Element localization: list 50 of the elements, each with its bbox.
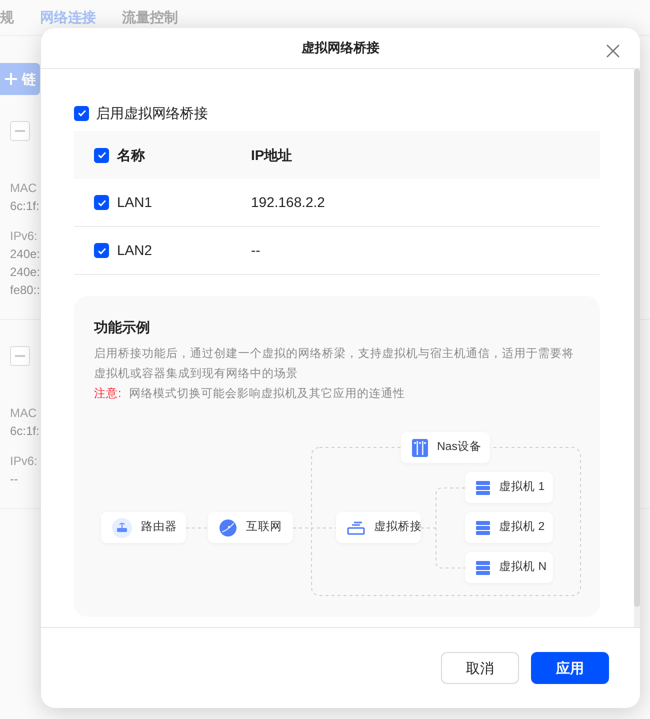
node-label: 互联网 [246,520,282,535]
dialog-title: 虚拟网络桥接 [302,39,380,58]
bridge-icon [347,520,365,534]
scrollbar[interactable] [634,69,640,627]
node-label: Nas设备 [437,440,482,455]
router-icon [112,518,132,538]
node-label: 虚拟机 N [499,560,546,575]
server-rack-icon [412,438,428,456]
node-label: 虚拟桥接 [374,520,422,535]
checkbox[interactable] [74,106,89,120]
minus-icon [15,355,25,357]
field-label: MAC [10,405,37,422]
field-value: -- [10,471,18,488]
warning-label: 注意: [94,386,122,402]
description-text: 启用桥接功能后，通过创建一个虚拟的网络桥梁，支持虚拟机与宿主机通信，适用于需要将虚拟机或容器集成到现有网络中的场景 [94,346,575,382]
field-value: 240e: [10,264,40,281]
column-header: 名称 [117,146,145,164]
tab[interactable]: 流量控制 [122,7,178,28]
section-title: 功能示例 [94,318,151,337]
node-label: 路由器 [141,520,177,535]
field-value: 6c:1f: [10,423,40,440]
column-header: IP地址 [251,146,292,164]
cancel-button[interactable]: 取消 [441,652,519,684]
select-all-checkbox[interactable] [94,148,109,162]
field-value: fe80:: [10,282,40,299]
tab[interactable]: 规 [0,7,14,28]
checkbox-label: 启用虚拟网络桥接 [96,104,208,122]
field-label: IPv6: [10,453,38,470]
table-cell-text: 192.168.2.2 [251,193,325,212]
table-cell-text: -- [251,241,260,260]
globe-icon [219,518,237,536]
node-label: 虚拟机 1 [499,480,545,495]
warning-text: 网络模式切换可能会影响虚拟机及其它应用的连通性 [129,386,406,402]
apply-button[interactable]: 应用 [531,652,609,684]
server-icon [476,480,490,494]
server-icon [476,560,490,574]
minus-icon [15,130,25,132]
add-button[interactable]: 链 [0,63,40,95]
tab[interactable]: 网络连接 [40,7,96,28]
field-label: IPv6: [10,228,38,245]
field-value: 240e: [10,246,40,263]
field-value: 6c:1f: [10,198,40,215]
node-label: 虚拟机 2 [499,520,545,535]
plus-icon [4,72,18,86]
field-label: MAC [10,180,37,197]
server-icon [476,520,490,534]
checkbox[interactable] [94,195,109,210]
table-cell-text: LAN1 [117,193,152,212]
table-cell-text: LAN2 [117,241,152,260]
checkbox[interactable] [94,243,109,258]
